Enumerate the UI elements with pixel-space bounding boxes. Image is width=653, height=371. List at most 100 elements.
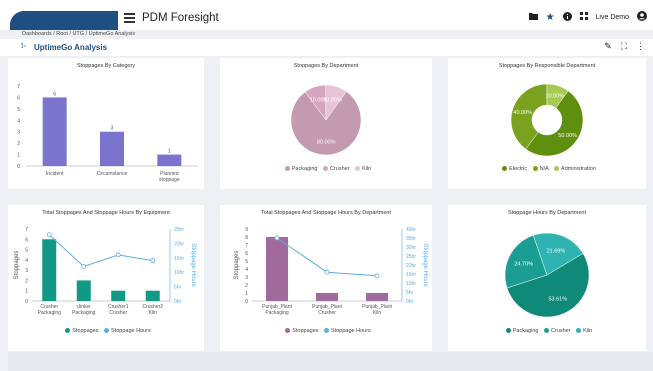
- chart-legend: Stoppages Stoppage Hours: [8, 328, 204, 334]
- legend-label[interactable]: Packaging: [513, 328, 539, 334]
- data-label: 80.00%: [317, 140, 336, 146]
- y-tick-label: 8: [245, 235, 248, 241]
- y-tick-label: 5: [25, 248, 28, 254]
- brand-logo[interactable]: [10, 11, 118, 30]
- y-tick-label: 3: [245, 275, 248, 281]
- x-tick-label: Packaging: [265, 310, 289, 316]
- y2-axis-title: Stoppage Hours: [422, 243, 428, 286]
- line-point: [274, 235, 280, 241]
- data-label: 40.00%: [513, 110, 532, 116]
- y2-tick-label: 0hr: [174, 299, 182, 305]
- y2-tick-label: 20hr: [406, 263, 416, 269]
- legend-label[interactable]: Electric: [509, 166, 527, 172]
- y2-tick-label: 35hr: [406, 236, 416, 242]
- y-tick-label: 4: [245, 267, 248, 273]
- x-tick-label: Packaging: [38, 310, 62, 316]
- y-tick-label: 6: [17, 95, 20, 101]
- legend-label[interactable]: Kiln: [362, 166, 371, 172]
- legend-label[interactable]: N/A: [540, 166, 549, 172]
- account-icon[interactable]: [637, 11, 647, 23]
- x-tick-label: Circumstance: [97, 171, 128, 177]
- bar: [42, 239, 57, 301]
- y-tick-label: 4: [17, 118, 20, 124]
- data-label: 10.00%: [546, 94, 565, 100]
- legend-swatch: [324, 328, 330, 334]
- page-header: ⁞▫ UptimeGo Analysis ✎ ⛶ ⋮: [0, 39, 653, 56]
- y-tick-label: 2: [245, 283, 248, 289]
- y2-tick-label: 30hr: [406, 245, 416, 251]
- legend-swatch: [554, 166, 560, 172]
- chart-card-equipment: Total Stoppages And Stoppage Hours By Eq…: [8, 205, 204, 351]
- y-tick-label: 0: [245, 299, 248, 305]
- x-tick-label: Kiln: [373, 310, 382, 316]
- chart-card-category: Stoppages By Category 0 1 2 3 4 5 6 7 6 Incident 3…: [8, 58, 204, 189]
- bar: [266, 237, 288, 301]
- legend-label[interactable]: Kiln: [583, 328, 592, 334]
- data-label: 21.69%: [547, 249, 566, 255]
- legend-label[interactable]: Stoppages: [72, 328, 98, 334]
- y2-tick-label: 25hr: [174, 227, 184, 233]
- x-tick-label: Kiln: [149, 310, 158, 316]
- legend-label[interactable]: Stoppages: [292, 328, 318, 334]
- bar: [316, 293, 338, 301]
- x-tick-label: Crusher: [109, 310, 127, 316]
- y-tick-label: 1: [245, 291, 248, 297]
- user-name[interactable]: Live Demo: [596, 14, 629, 21]
- data-label: 1: [168, 149, 171, 155]
- legend-label[interactable]: Stoppage Hours: [331, 328, 371, 334]
- folder-icon[interactable]: [528, 12, 538, 22]
- data-label: 50.00%: [558, 133, 577, 139]
- x-tick-label: Incident: [46, 171, 64, 177]
- legend-swatch: [284, 166, 290, 172]
- line-series: [48, 234, 153, 268]
- y-tick-label: 7: [25, 227, 28, 233]
- edit-icon[interactable]: ✎: [604, 41, 612, 52]
- y-tick-label: 5: [245, 259, 248, 265]
- y2-tick-label: 15hr: [406, 272, 416, 278]
- data-label: 3: [111, 126, 114, 132]
- legend-label[interactable]: Crusher: [330, 166, 350, 172]
- y-tick-label: 0: [17, 164, 20, 170]
- star-icon[interactable]: ★: [546, 12, 555, 23]
- line-point: [81, 264, 87, 269]
- line-point: [150, 258, 156, 264]
- y2-tick-label: 25hr: [406, 254, 416, 260]
- data-label: 53.61%: [548, 297, 567, 303]
- legend-swatch: [65, 328, 71, 334]
- legend-label[interactable]: Administration: [561, 166, 596, 172]
- bar: [366, 293, 388, 301]
- y2-tick-label: 0hr: [406, 299, 414, 305]
- apps-icon[interactable]: [579, 12, 588, 22]
- x-tick-label: stoppage: [159, 177, 180, 183]
- y2-tick-label: 15hr: [174, 256, 184, 262]
- y-tick-label: 2: [17, 141, 20, 147]
- legend-swatch: [104, 328, 110, 334]
- x-tick-label: Crusher: [318, 310, 336, 316]
- info-icon[interactable]: [562, 11, 572, 23]
- breadcrumb[interactable]: Dashboards / Root / UTG / UptimeGo Analy…: [22, 31, 135, 37]
- legend-swatch: [543, 328, 549, 334]
- y-tick-label: 3: [25, 268, 28, 274]
- line-point: [324, 269, 330, 275]
- fullscreen-icon[interactable]: ⛶: [621, 41, 627, 52]
- top-bar: PDM Foresight ★ Live Demo: [0, 0, 653, 30]
- y2-tick-label: 10hr: [406, 281, 416, 287]
- legend-label[interactable]: Stoppage Hours: [111, 328, 151, 334]
- y-tick-label: 3: [17, 130, 20, 136]
- y-tick-label: 7: [245, 243, 248, 249]
- legend-label[interactable]: Packaging: [292, 166, 318, 172]
- y-axis-title: Stoppages: [14, 251, 20, 280]
- legend-label[interactable]: Crusher: [551, 328, 571, 334]
- legend-swatch: [502, 166, 508, 172]
- chart-card-hours-dept: Stoppage Hours By Department 53.61% 24.70…: [448, 205, 646, 351]
- bar: [111, 290, 126, 301]
- y-tick-label: 6: [245, 251, 248, 257]
- y2-tick-label: 5hr: [406, 290, 414, 296]
- footer-area: [8, 352, 653, 371]
- y2-tick-label: 10hr: [174, 270, 184, 276]
- menu-icon[interactable]: [124, 13, 135, 25]
- more-icon[interactable]: ⋮: [636, 41, 645, 52]
- x-tick-label: Packaging: [72, 310, 96, 316]
- chart-card-dept-hours: Total Stoppages And Stoppage Hours By De…: [220, 205, 432, 351]
- chart-legend: Electric N/A Administration: [448, 166, 646, 172]
